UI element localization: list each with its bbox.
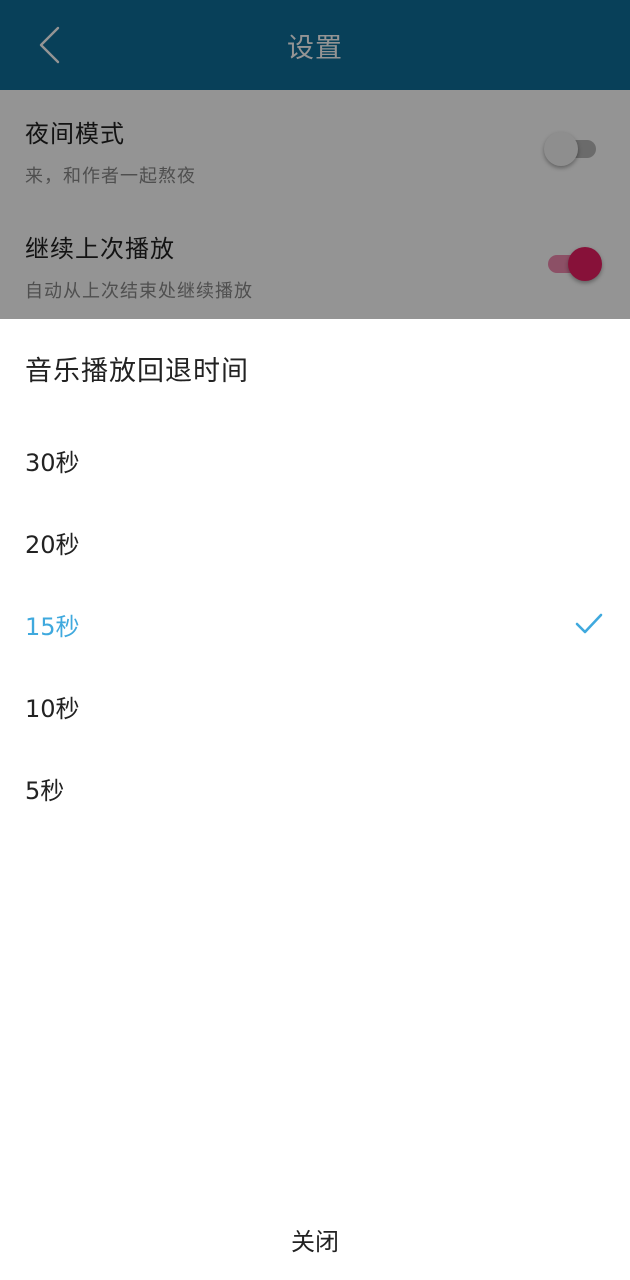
option-label: 30秒: [25, 449, 80, 477]
option-20s[interactable]: 20秒: [0, 501, 630, 583]
rewind-time-sheet: 音乐播放回退时间 30秒 20秒 15秒 10秒 5秒 关闭: [0, 319, 630, 1280]
modal-overlay[interactable]: [0, 0, 630, 319]
checkmark-icon: [575, 613, 603, 634]
option-label: 10秒: [25, 695, 80, 723]
sheet-title: 音乐播放回退时间: [25, 356, 249, 387]
option-label: 15秒: [25, 613, 80, 641]
option-5s[interactable]: 5秒: [0, 747, 630, 829]
option-30s[interactable]: 30秒: [0, 419, 630, 501]
option-15s[interactable]: 15秒: [0, 583, 630, 665]
option-10s[interactable]: 10秒: [0, 665, 630, 747]
close-button[interactable]: 关闭: [0, 1199, 630, 1279]
option-label: 20秒: [25, 531, 80, 559]
option-label: 5秒: [25, 777, 65, 805]
